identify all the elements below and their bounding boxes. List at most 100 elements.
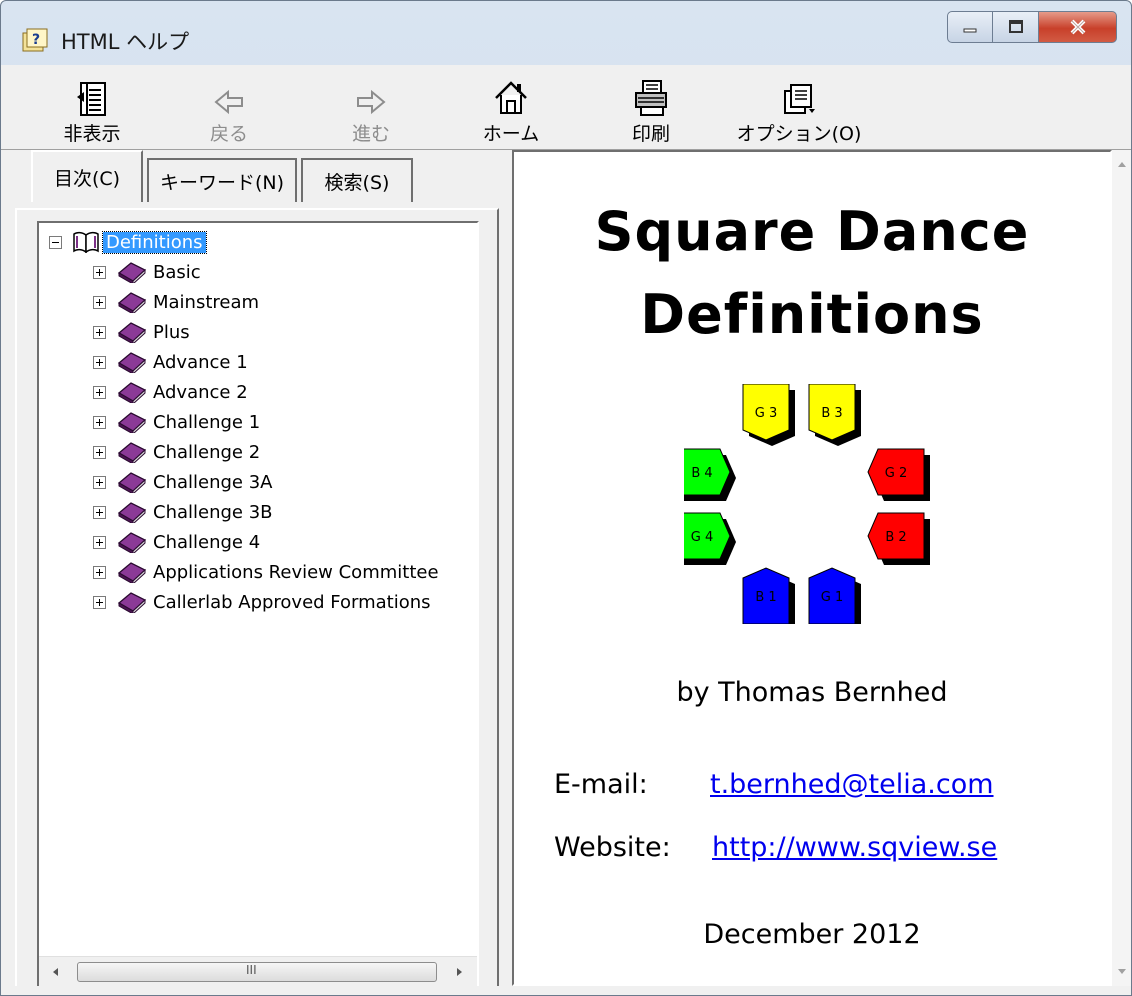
scroll-left-icon[interactable] — [51, 967, 61, 977]
book-icon — [117, 502, 147, 523]
scroll-down-icon[interactable] — [1117, 968, 1127, 976]
expand-icon[interactable] — [93, 445, 106, 459]
expand-icon[interactable] — [93, 535, 106, 549]
expand-icon[interactable] — [93, 475, 106, 489]
svg-text:?: ? — [32, 32, 40, 48]
scroll-right-icon[interactable] — [454, 967, 464, 977]
dancer-label: B 3 — [821, 406, 842, 421]
minimize-icon — [963, 28, 977, 33]
tree-root-label[interactable]: Definitions — [102, 230, 207, 254]
website-label: Website: — [554, 832, 671, 863]
tree-item[interactable]: Challenge 1 — [93, 408, 260, 436]
expand-icon[interactable] — [93, 505, 106, 519]
tree-item-label: Mainstream — [153, 291, 260, 313]
tree-item-label: Challenge 3A — [153, 471, 273, 493]
close-icon — [1070, 19, 1085, 35]
expand-icon[interactable] — [93, 415, 106, 429]
scroll-thumb-grip: III — [246, 963, 257, 977]
print-button[interactable]: 印刷 — [596, 73, 706, 146]
home-label: ホーム — [482, 123, 540, 145]
byline: by Thomas Bernhed — [676, 677, 948, 708]
scroll-thumb[interactable]: III — [77, 962, 437, 982]
tab-contents-label: 目次(C) — [53, 167, 121, 190]
contents-tree[interactable]: Definitions Basic Mainstream Plus Advance 1… — [37, 221, 479, 989]
dancer-label: G 2 — [885, 466, 907, 481]
tree-item[interactable]: Advance 1 — [93, 348, 248, 376]
open-book-icon — [73, 231, 99, 253]
tree-item-label: Challenge 3B — [153, 501, 273, 523]
scroll-up-icon[interactable] — [1117, 160, 1127, 168]
tree-item[interactable]: Challenge 4 — [93, 528, 260, 556]
dancer-g1: G 1 — [808, 567, 861, 624]
tree-item-label: Applications Review Committee — [153, 561, 439, 583]
tree-root[interactable]: Definitions — [49, 228, 207, 256]
tree-item[interactable]: Challenge 2 — [93, 438, 260, 466]
print-label: 印刷 — [631, 123, 670, 145]
tree-item-label: Challenge 4 — [153, 531, 261, 553]
options-button[interactable]: オプション(O) — [734, 73, 864, 146]
tree-item[interactable]: Challenge 3A — [93, 468, 272, 496]
title-bar[interactable]: ? HTML ヘルプ — [1, 1, 1131, 65]
minimize-button[interactable] — [947, 11, 993, 43]
book-icon — [117, 472, 147, 493]
tree-item-label: Plus — [153, 321, 190, 343]
tree-item[interactable]: Advance 2 — [93, 378, 248, 406]
expand-icon[interactable] — [93, 565, 106, 579]
maximize-button[interactable] — [993, 11, 1039, 43]
tree-item-label: Callerlab Approved Formations — [153, 591, 431, 613]
expand-icon[interactable] — [93, 295, 106, 309]
tree-item[interactable]: Applications Review Committee — [93, 558, 439, 586]
tree-item-label: Advance 2 — [153, 381, 248, 403]
tree-item[interactable]: Callerlab Approved Formations — [93, 588, 431, 616]
email-link[interactable]: t.bernhed@telia.com — [710, 769, 994, 800]
close-button[interactable] — [1039, 11, 1117, 43]
book-icon — [117, 352, 147, 373]
topic-content: Square Dance Definitions G 3 B 3 G 2 B 2 G 1… — [512, 150, 1112, 986]
hide-pane-icon — [77, 82, 106, 116]
expand-icon[interactable] — [93, 595, 106, 609]
dancer-b3: B 3 — [808, 384, 861, 446]
maximize-icon — [1008, 20, 1023, 33]
html-help-window: ? HTML ヘルプ 非表示 戻る 進む ホーム 印刷 オプション(O) 目次(… — [0, 0, 1132, 996]
expand-icon[interactable] — [93, 265, 106, 279]
vertical-scrollbar[interactable] — [1112, 150, 1131, 986]
date: December 2012 — [703, 919, 921, 950]
back-label: 戻る — [209, 123, 248, 145]
forward-label: 進む — [351, 123, 390, 145]
email-label: E-mail: — [554, 769, 648, 800]
expand-icon[interactable] — [93, 325, 106, 339]
tab-search[interactable]: 検索(S) — [301, 158, 413, 202]
help-app-icon: ? — [22, 28, 48, 52]
doc-title-line2: Definitions — [640, 283, 984, 346]
tree-item[interactable]: Challenge 3B — [93, 498, 273, 526]
square-formation-diagram: G 3 B 3 G 2 B 2 G 1 B 1 G 4 B 4 — [684, 384, 930, 624]
hide-label: 非表示 — [63, 123, 121, 145]
tab-contents[interactable]: 目次(C) — [31, 150, 143, 202]
dancer-g2: G 2 — [867, 448, 930, 501]
tree-item[interactable]: Basic — [93, 258, 201, 286]
book-icon — [117, 442, 147, 463]
forward-button[interactable]: 進む — [316, 73, 426, 146]
dancer-label: G 4 — [691, 530, 713, 545]
book-icon — [117, 382, 147, 403]
home-button[interactable]: ホーム — [456, 73, 566, 146]
tree-item[interactable]: Mainstream — [93, 288, 259, 316]
window-bottom-border — [1, 986, 1131, 995]
collapse-icon[interactable] — [49, 235, 62, 249]
tree-item-label: Advance 1 — [153, 351, 248, 373]
toolbar: 非表示 戻る 進む ホーム 印刷 オプション(O) — [1, 65, 1131, 150]
forward-arrow-icon — [357, 89, 386, 115]
tab-keyword[interactable]: キーワード(N) — [147, 158, 297, 202]
back-button[interactable]: 戻る — [174, 73, 284, 146]
tree-item[interactable]: Plus — [93, 318, 190, 346]
hide-button[interactable]: 非表示 — [37, 73, 147, 146]
tab-search-label: 検索(S) — [324, 171, 390, 194]
expand-icon[interactable] — [93, 385, 106, 399]
doc-title-line1: Square Dance — [594, 200, 1030, 263]
horizontal-scrollbar[interactable]: III — [39, 956, 477, 987]
tree-item-label: Challenge 1 — [153, 411, 261, 433]
expand-icon[interactable] — [93, 355, 106, 369]
printer-icon — [635, 80, 667, 116]
website-link[interactable]: http://www.sqview.se — [712, 832, 997, 863]
book-icon — [117, 322, 147, 343]
